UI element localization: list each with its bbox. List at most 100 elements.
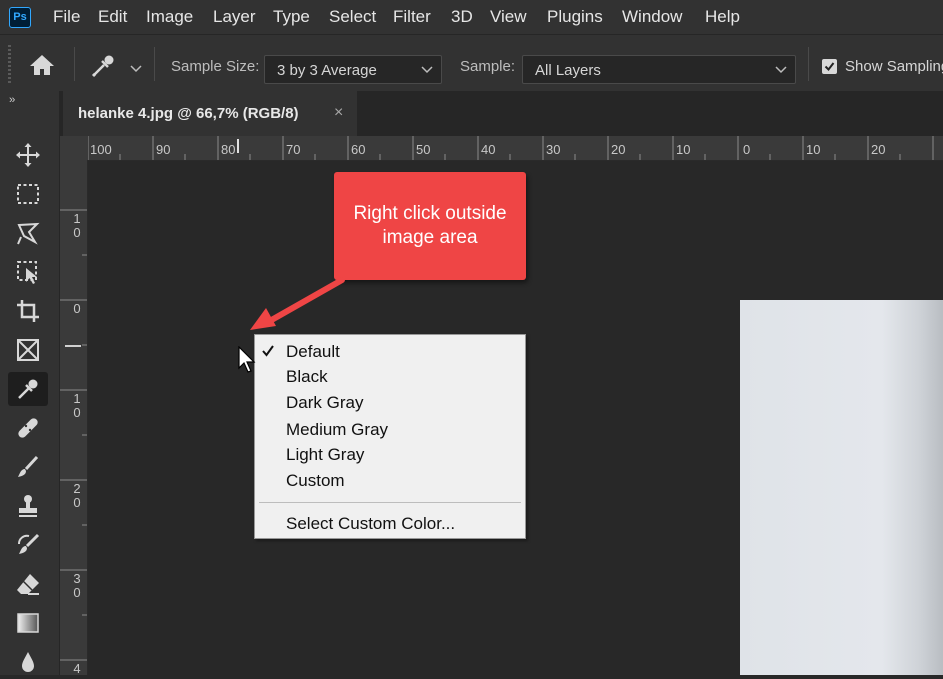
brush-icon xyxy=(18,455,39,477)
callout-line-1: Right click outside xyxy=(353,203,507,224)
menu-select[interactable]: Select xyxy=(329,7,376,27)
ruler-label: 40 xyxy=(481,142,496,157)
menu-item-default[interactable]: Default xyxy=(286,342,340,362)
marquee-tool[interactable] xyxy=(8,177,48,211)
ruler-label: 80 xyxy=(221,142,236,157)
ruler-corner[interactable] xyxy=(60,136,88,160)
gradient-icon xyxy=(17,613,39,633)
menu-item-light-gray[interactable]: Light Gray xyxy=(286,445,364,465)
chevron-down-icon xyxy=(775,66,787,74)
document-tab[interactable]: helanke 4.jpg @ 66,7% (RGB/8) × xyxy=(63,91,357,136)
sample-label: Sample: xyxy=(460,58,516,75)
menu-separator xyxy=(259,502,521,503)
menu-item-dark-gray[interactable]: Dark Gray xyxy=(286,393,363,413)
ruler-label: 1 xyxy=(73,211,81,226)
ruler-label: 90 xyxy=(156,142,171,157)
frame-tool[interactable] xyxy=(8,333,48,367)
ruler-label: 2 xyxy=(73,481,81,496)
callout-line-2: image area xyxy=(382,227,478,248)
vertical-ruler[interactable]: 1 0 0 1 0 2 0 3 0 4 xyxy=(60,160,88,675)
object-select-tool[interactable] xyxy=(8,255,48,289)
menu-3d[interactable]: 3D xyxy=(451,7,473,27)
menu-item-medium-gray[interactable]: Medium Gray xyxy=(286,420,388,440)
menu-window[interactable]: Window xyxy=(622,7,682,27)
crop-icon xyxy=(17,300,39,322)
blur-icon xyxy=(22,652,34,672)
sample-size-label: Sample Size: xyxy=(171,58,260,75)
menu-item-select-custom-color[interactable]: Select Custom Color... xyxy=(286,514,455,534)
horizontal-ruler[interactable]: 100 90 80 70 60 50 40 30 20 10 0 10 20 xyxy=(88,136,943,161)
blur-tool[interactable] xyxy=(8,645,48,679)
frame-icon xyxy=(17,339,39,361)
ruler-label: 3 xyxy=(73,571,81,586)
menu-file[interactable]: File xyxy=(53,7,80,27)
checkmark-icon xyxy=(262,345,274,357)
sample-select[interactable]: All Layers xyxy=(522,55,796,84)
eyedropper-icon xyxy=(18,379,38,399)
ruler-label: 70 xyxy=(286,142,301,157)
ruler-label: 10 xyxy=(806,142,821,157)
clone-stamp-icon xyxy=(19,495,37,517)
history-brush-tool[interactable] xyxy=(8,528,48,562)
menu-layer[interactable]: Layer xyxy=(213,7,256,27)
chevron-down-icon xyxy=(421,66,433,74)
chevron-down-icon[interactable] xyxy=(130,65,142,73)
ruler-label: 0 xyxy=(73,585,81,600)
ruler-label: 0 xyxy=(73,495,81,510)
crop-tool[interactable] xyxy=(8,294,48,328)
sample-size-value: 3 by 3 Average xyxy=(277,62,377,79)
collapse-panel-button[interactable]: ›› xyxy=(9,94,15,106)
ruler-cursor-marker xyxy=(65,345,81,347)
eraser-icon xyxy=(17,574,39,595)
tools-panel: ›› xyxy=(0,91,60,675)
ruler-label: 10 xyxy=(676,142,691,157)
separator xyxy=(74,47,75,81)
menu-view[interactable]: View xyxy=(490,7,527,27)
ruler-label: 4 xyxy=(73,661,81,675)
ruler-label: 30 xyxy=(546,142,561,157)
ruler-label: 0 xyxy=(73,405,81,420)
canvas-context-menu: Default Black Dark Gray Medium Gray Ligh… xyxy=(254,334,526,539)
ruler-label: 60 xyxy=(351,142,366,157)
document-image[interactable] xyxy=(740,300,943,675)
eyedropper-tool[interactable] xyxy=(8,372,48,406)
menu-item-black[interactable]: Black xyxy=(286,367,328,387)
ruler-label: 20 xyxy=(871,142,886,157)
photoshop-logo[interactable]: Ps xyxy=(9,7,31,28)
ruler-label: 1 xyxy=(73,391,81,406)
show-sampling-checkbox[interactable] xyxy=(822,59,837,74)
home-icon[interactable] xyxy=(28,53,56,77)
annotation-arrow-icon xyxy=(250,277,345,330)
document-tab-title[interactable]: helanke 4.jpg @ 66,7% (RGB/8) xyxy=(78,105,299,122)
ruler-label: 0 xyxy=(73,225,81,240)
ruler-label: 0 xyxy=(743,142,751,157)
menu-image[interactable]: Image xyxy=(146,7,193,27)
close-tab-icon[interactable]: × xyxy=(334,104,343,122)
clone-stamp-tool[interactable] xyxy=(8,489,48,523)
ruler-label: 100 xyxy=(90,142,112,157)
menu-help[interactable]: Help xyxy=(705,7,740,27)
menu-edit[interactable]: Edit xyxy=(98,7,127,27)
move-tool[interactable] xyxy=(8,138,48,172)
eraser-tool[interactable] xyxy=(8,567,48,601)
brush-tool[interactable] xyxy=(8,450,48,484)
show-sampling-label[interactable]: Show Sampling xyxy=(845,58,943,75)
ruler-label: 20 xyxy=(611,142,626,157)
menu-type[interactable]: Type xyxy=(273,7,310,27)
lasso-tool[interactable] xyxy=(8,216,48,250)
options-bar: Sample Size: 3 by 3 Average Sample: All … xyxy=(0,34,943,91)
sample-value: All Layers xyxy=(535,62,601,79)
separator xyxy=(154,47,155,81)
menu-item-custom[interactable]: Custom xyxy=(286,471,345,491)
healing-brush-tool[interactable] xyxy=(8,411,48,445)
options-bar-grip[interactable] xyxy=(8,45,11,83)
ruler-label: 50 xyxy=(416,142,431,157)
lasso-icon xyxy=(17,222,40,245)
menu-bar: Ps File Edit Image Layer Type Select Fil… xyxy=(0,0,943,34)
mouse-cursor-icon xyxy=(238,346,256,373)
sample-size-select[interactable]: 3 by 3 Average xyxy=(264,55,442,84)
menu-filter[interactable]: Filter xyxy=(393,7,431,27)
menu-plugins[interactable]: Plugins xyxy=(547,7,603,27)
gradient-tool[interactable] xyxy=(8,606,48,640)
eyedropper-preset-icon[interactable] xyxy=(90,53,116,79)
